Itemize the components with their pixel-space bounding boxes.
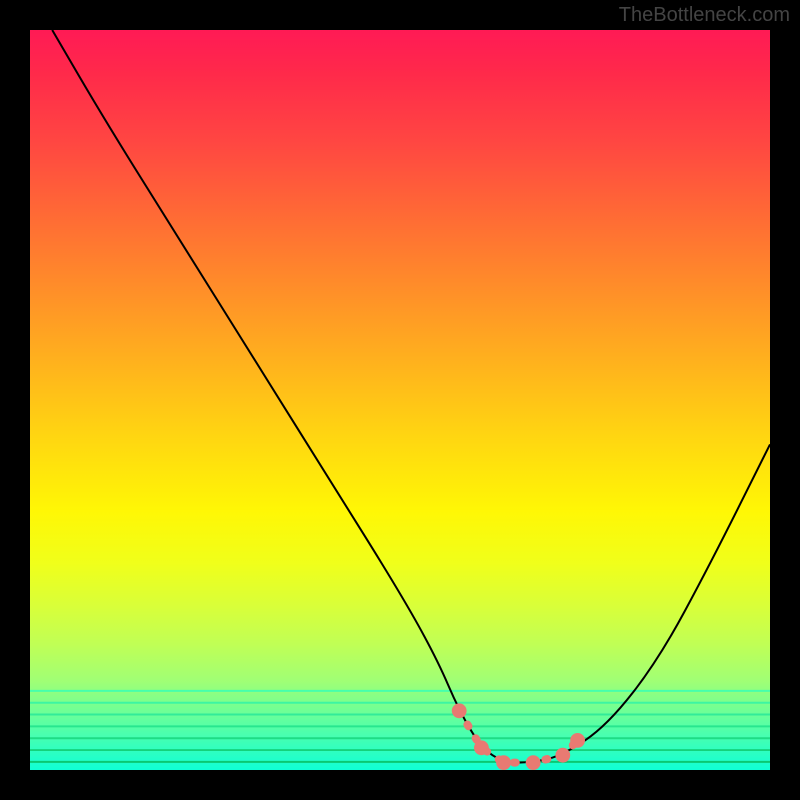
highlight-segment — [30, 30, 770, 770]
watermark-text: TheBottleneck.com — [619, 4, 790, 27]
plot-area — [30, 30, 770, 770]
